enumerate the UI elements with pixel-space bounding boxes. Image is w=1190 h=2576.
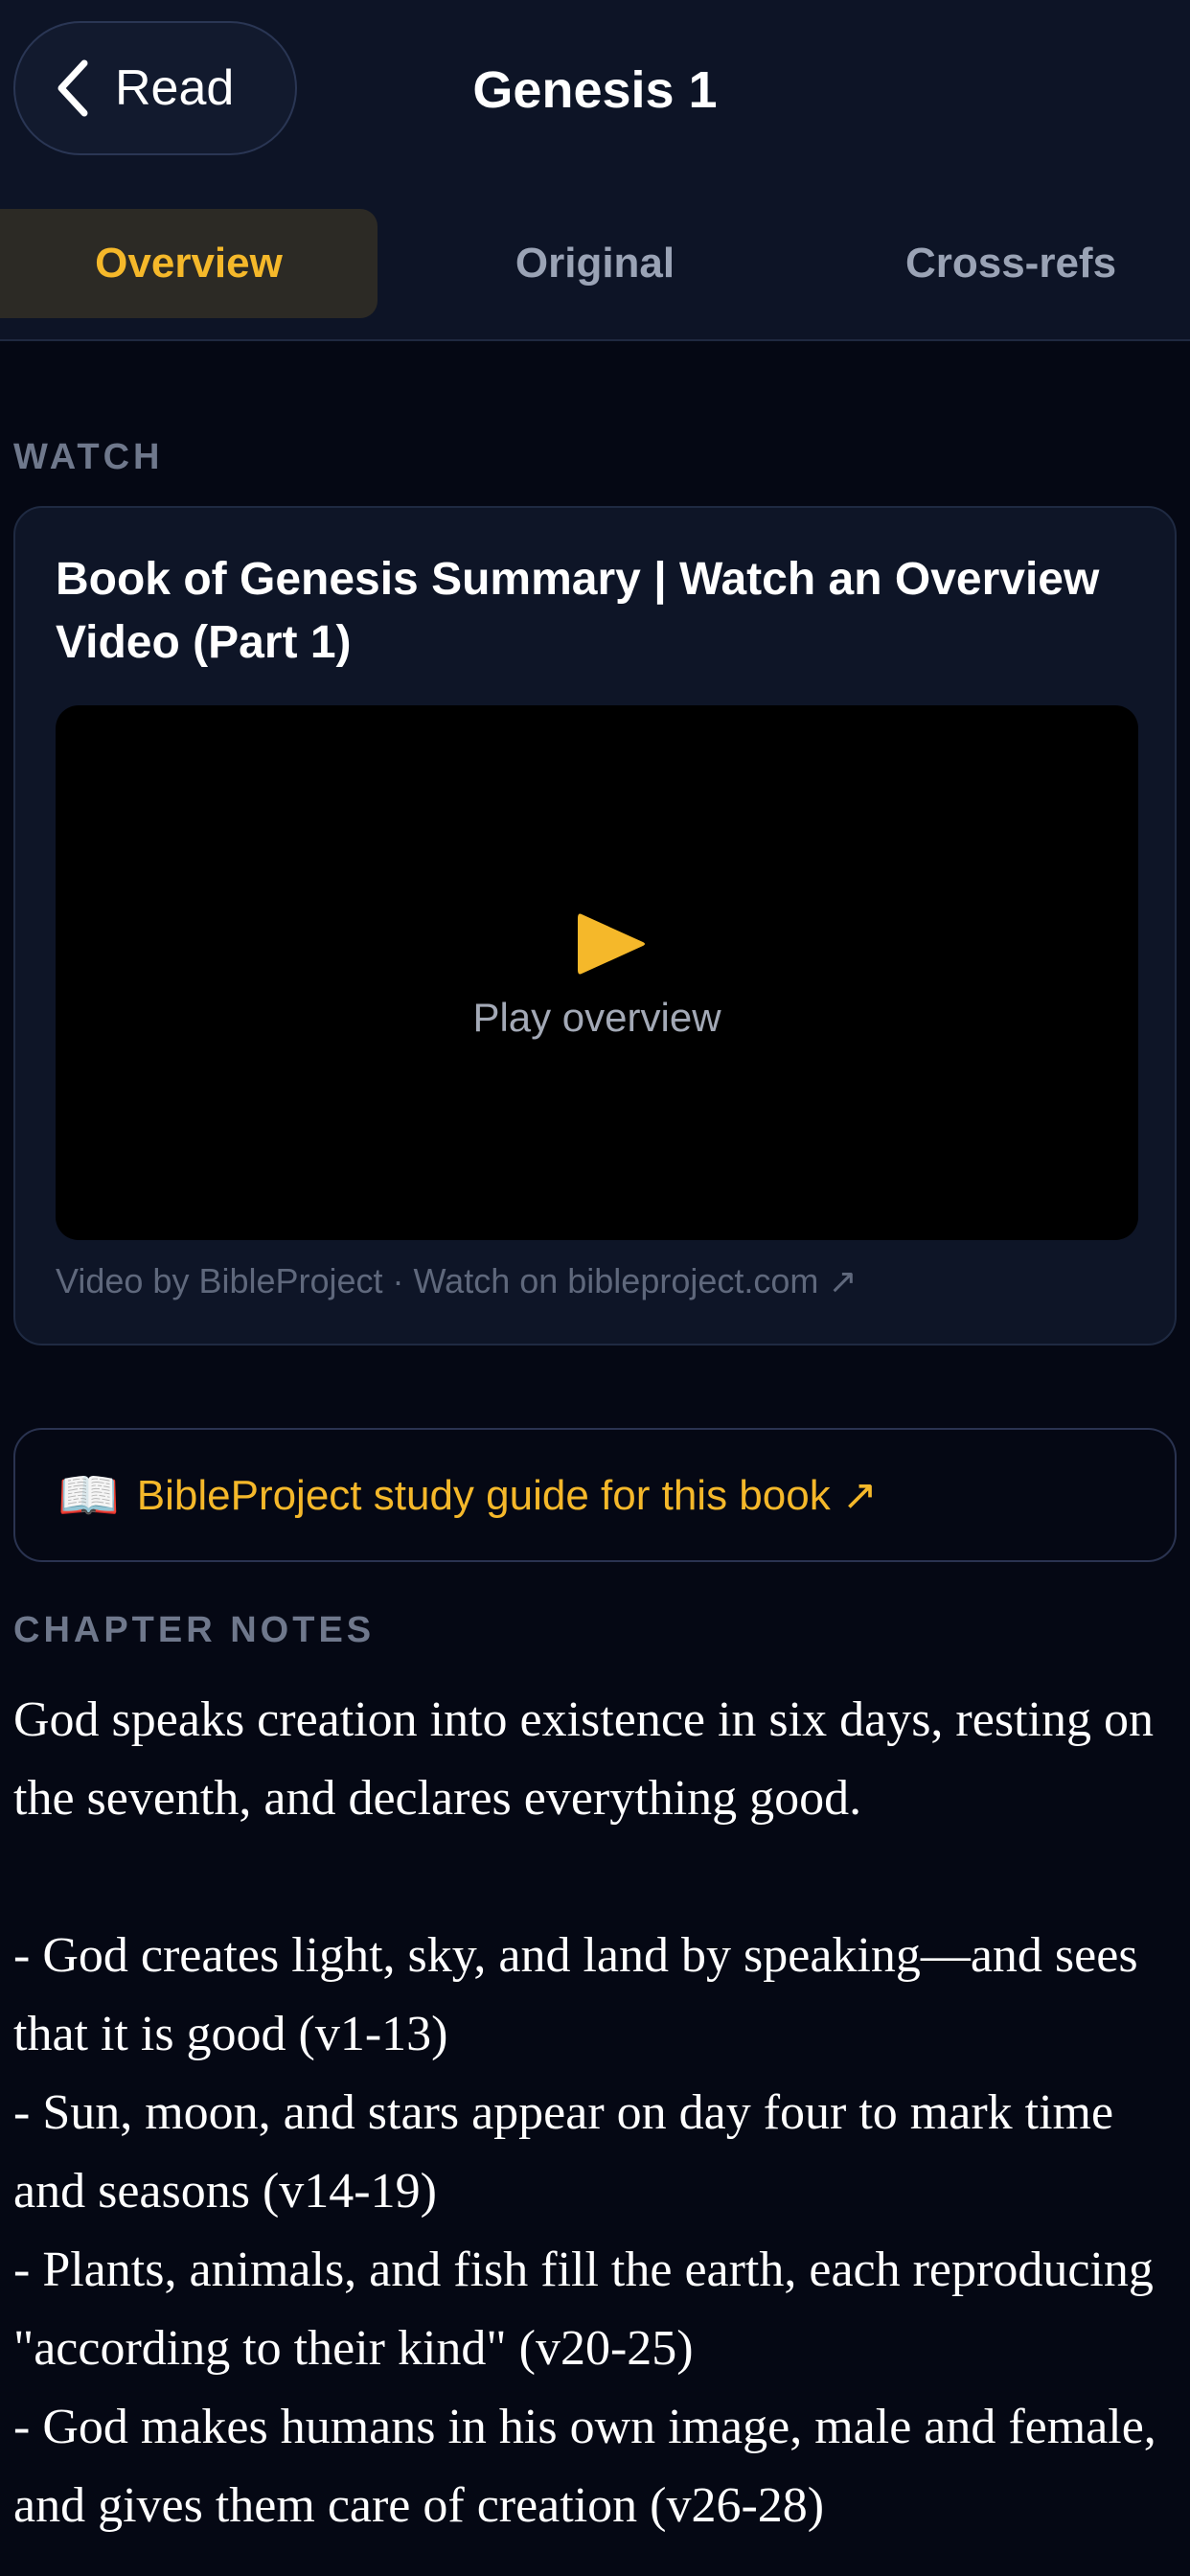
notes-spacer — [13, 1838, 1163, 1917]
watch-section-label: WATCH — [13, 437, 164, 477]
tab-cross-refs[interactable]: Cross-refs — [812, 209, 1190, 318]
tab-original[interactable]: Original — [397, 209, 793, 318]
play-icon[interactable] — [576, 910, 647, 978]
notes-summary: God speaks creation into existence in si… — [13, 1692, 1154, 1826]
chapter-notes-label: CHAPTER NOTES — [13, 1610, 376, 1650]
play-overview-label[interactable]: Play overview — [56, 995, 1138, 1041]
video-credit-link[interactable]: Video by BibleProject · Watch on biblepr… — [56, 1261, 858, 1301]
notes-bullet: - God creates light, sky, and land by sp… — [13, 1928, 1138, 2061]
chapter-notes: God speaks creation into existence in si… — [13, 1681, 1163, 2545]
video-title: Book of Genesis Summary | Watch an Overv… — [56, 554, 1100, 668]
notes-bullet: - Sun, moon, and stars appear on day fou… — [13, 2085, 1114, 2219]
study-guide-label: BibleProject study guide for this book ↗ — [136, 1471, 878, 1519]
tab-overview[interactable]: Overview — [0, 209, 378, 318]
notes-bullet: - Plants, animals, and fish fill the ear… — [13, 2242, 1154, 2376]
video-card: Book of Genesis Summary | Watch an Overv… — [13, 506, 1177, 1346]
page-title: Genesis 1 — [472, 61, 718, 119]
study-guide-button[interactable]: 📖 BibleProject study guide for this book… — [13, 1428, 1177, 1562]
top-bar: Read Genesis 1 — [0, 0, 1190, 178]
tab-bar: Overview Original Cross-refs — [0, 178, 1190, 341]
notes-bullet: - God makes humans in his own image, mal… — [13, 2400, 1156, 2533]
video-player[interactable]: Play overview — [56, 705, 1138, 1240]
open-book-icon: 📖 — [57, 1467, 120, 1524]
